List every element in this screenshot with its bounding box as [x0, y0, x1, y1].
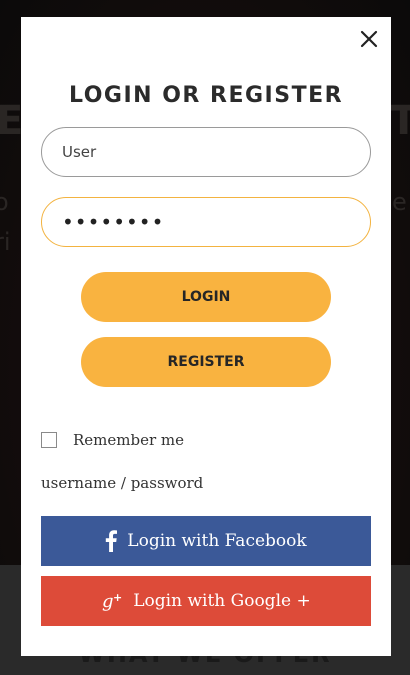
background-text-fragment: ri	[0, 228, 11, 256]
svg-text:+: +	[113, 591, 122, 604]
facebook-icon	[105, 530, 118, 552]
facebook-login-label: Login with Facebook	[127, 531, 307, 551]
forgot-credentials-link[interactable]: username / password	[41, 474, 203, 492]
remember-me-row: Remember me	[41, 431, 184, 449]
modal-title: LOGIN OR REGISTER	[68, 83, 344, 108]
username-input[interactable]	[41, 127, 371, 177]
background-text-fragment: o	[0, 188, 9, 216]
password-input[interactable]	[41, 197, 371, 247]
background-headline-fragment: T	[390, 98, 410, 144]
login-button[interactable]: LOGIN	[81, 272, 331, 322]
facebook-login-button[interactable]: Login with Facebook	[41, 516, 371, 566]
background-headline-fragment: E	[0, 98, 24, 144]
background-text-fragment: e	[392, 188, 407, 216]
close-button[interactable]	[359, 29, 379, 49]
remember-me-checkbox[interactable]	[41, 432, 57, 448]
google-login-button[interactable]: g + Login with Google +	[41, 576, 371, 626]
google-login-label: Login with Google +	[133, 591, 311, 611]
register-button[interactable]: REGISTER	[81, 337, 331, 387]
google-plus-icon: g +	[101, 590, 123, 612]
remember-me-label: Remember me	[73, 431, 185, 449]
svg-text:g: g	[102, 591, 114, 612]
close-icon	[360, 30, 378, 48]
login-modal: LOGIN OR REGISTER LOGIN REGISTER Remembe…	[21, 17, 391, 656]
